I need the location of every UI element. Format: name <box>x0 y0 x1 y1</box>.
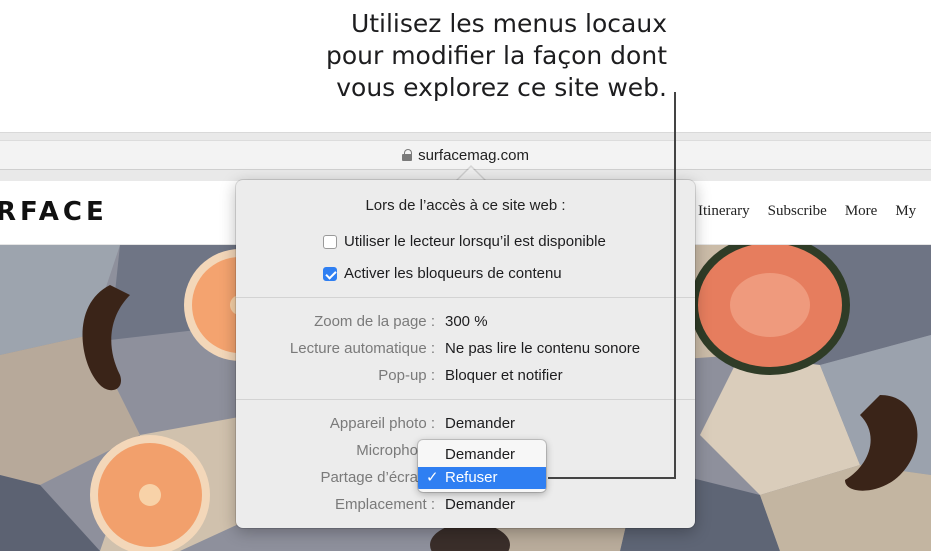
reader-checkbox-row[interactable]: Utiliser le lecteur lorsqu’il est dispon… <box>323 233 606 250</box>
menu-option-refuser[interactable]: ✓ Refuser <box>418 467 546 489</box>
callout-leader-line <box>674 92 676 478</box>
callout-line: vous explorez ce site web. <box>336 73 667 102</box>
callout-text: Utilisez les menus locaux pour modifier … <box>326 8 667 104</box>
site-logo[interactable]: RFACE <box>0 197 108 227</box>
page-zoom-select[interactable]: 300 % <box>445 313 488 330</box>
camera-select[interactable]: Demander <box>445 415 515 432</box>
site-nav: Itinerary Subscribe More My <box>698 203 916 220</box>
nav-link-subscribe[interactable]: Subscribe <box>768 203 827 220</box>
nav-link-itinerary[interactable]: Itinerary <box>698 203 750 220</box>
autoplay-row: Lecture automatique : Ne pas lire le con… <box>236 340 695 360</box>
callout-line: pour modifier la façon dont <box>325 41 667 70</box>
autoplay-label: Lecture automatique : <box>289 340 435 357</box>
screen-sharing-label: Partage d’écra <box>320 469 418 486</box>
nav-link-my[interactable]: My <box>895 203 916 220</box>
callout-leader-line <box>548 477 676 479</box>
popover-title: Lors de l’accès à ce site web : <box>365 197 566 214</box>
nav-link-more[interactable]: More <box>845 203 878 220</box>
url-text: surfacemag.com <box>418 146 529 164</box>
popup-row: Pop-up : Bloquer et notifier <box>236 367 695 387</box>
permission-popup-menu: Demander ✓ Refuser <box>418 440 546 492</box>
page-zoom-row: Zoom de la page : 300 % <box>236 313 695 333</box>
autoplay-select[interactable]: Ne pas lire le contenu sonore <box>445 340 640 357</box>
location-label: Emplacement : <box>334 496 435 513</box>
popup-label: Pop-up : <box>378 367 435 384</box>
content-blockers-checkbox[interactable] <box>323 266 337 281</box>
popup-select[interactable]: Bloquer et notifier <box>445 367 563 384</box>
location-select[interactable]: Demander <box>445 496 515 513</box>
menu-option-label: Refuser <box>445 469 498 486</box>
checkmark-icon: ✓ <box>426 469 439 486</box>
url-display[interactable]: surfacemag.com <box>402 147 529 164</box>
callout-line: Utilisez les menus locaux <box>350 9 667 38</box>
content-blockers-checkbox-row[interactable]: Activer les bloqueurs de contenu <box>323 265 562 282</box>
microphone-label: Micropho <box>356 442 418 459</box>
location-row: Emplacement : Demander <box>236 496 695 516</box>
camera-row: Appareil photo : Demander <box>236 415 695 435</box>
reader-checkbox-label: Utiliser le lecteur lorsqu’il est dispon… <box>344 233 606 250</box>
menu-option-demander[interactable]: Demander <box>418 444 546 466</box>
divider <box>236 297 695 298</box>
reader-checkbox[interactable] <box>323 234 337 249</box>
camera-label: Appareil photo : <box>329 415 435 432</box>
menu-option-label: Demander <box>445 446 516 463</box>
content-blockers-checkbox-label: Activer les bloqueurs de contenu <box>344 265 562 282</box>
divider <box>236 399 695 400</box>
page-zoom-label: Zoom de la page : <box>314 313 435 330</box>
lock-icon <box>402 149 413 161</box>
